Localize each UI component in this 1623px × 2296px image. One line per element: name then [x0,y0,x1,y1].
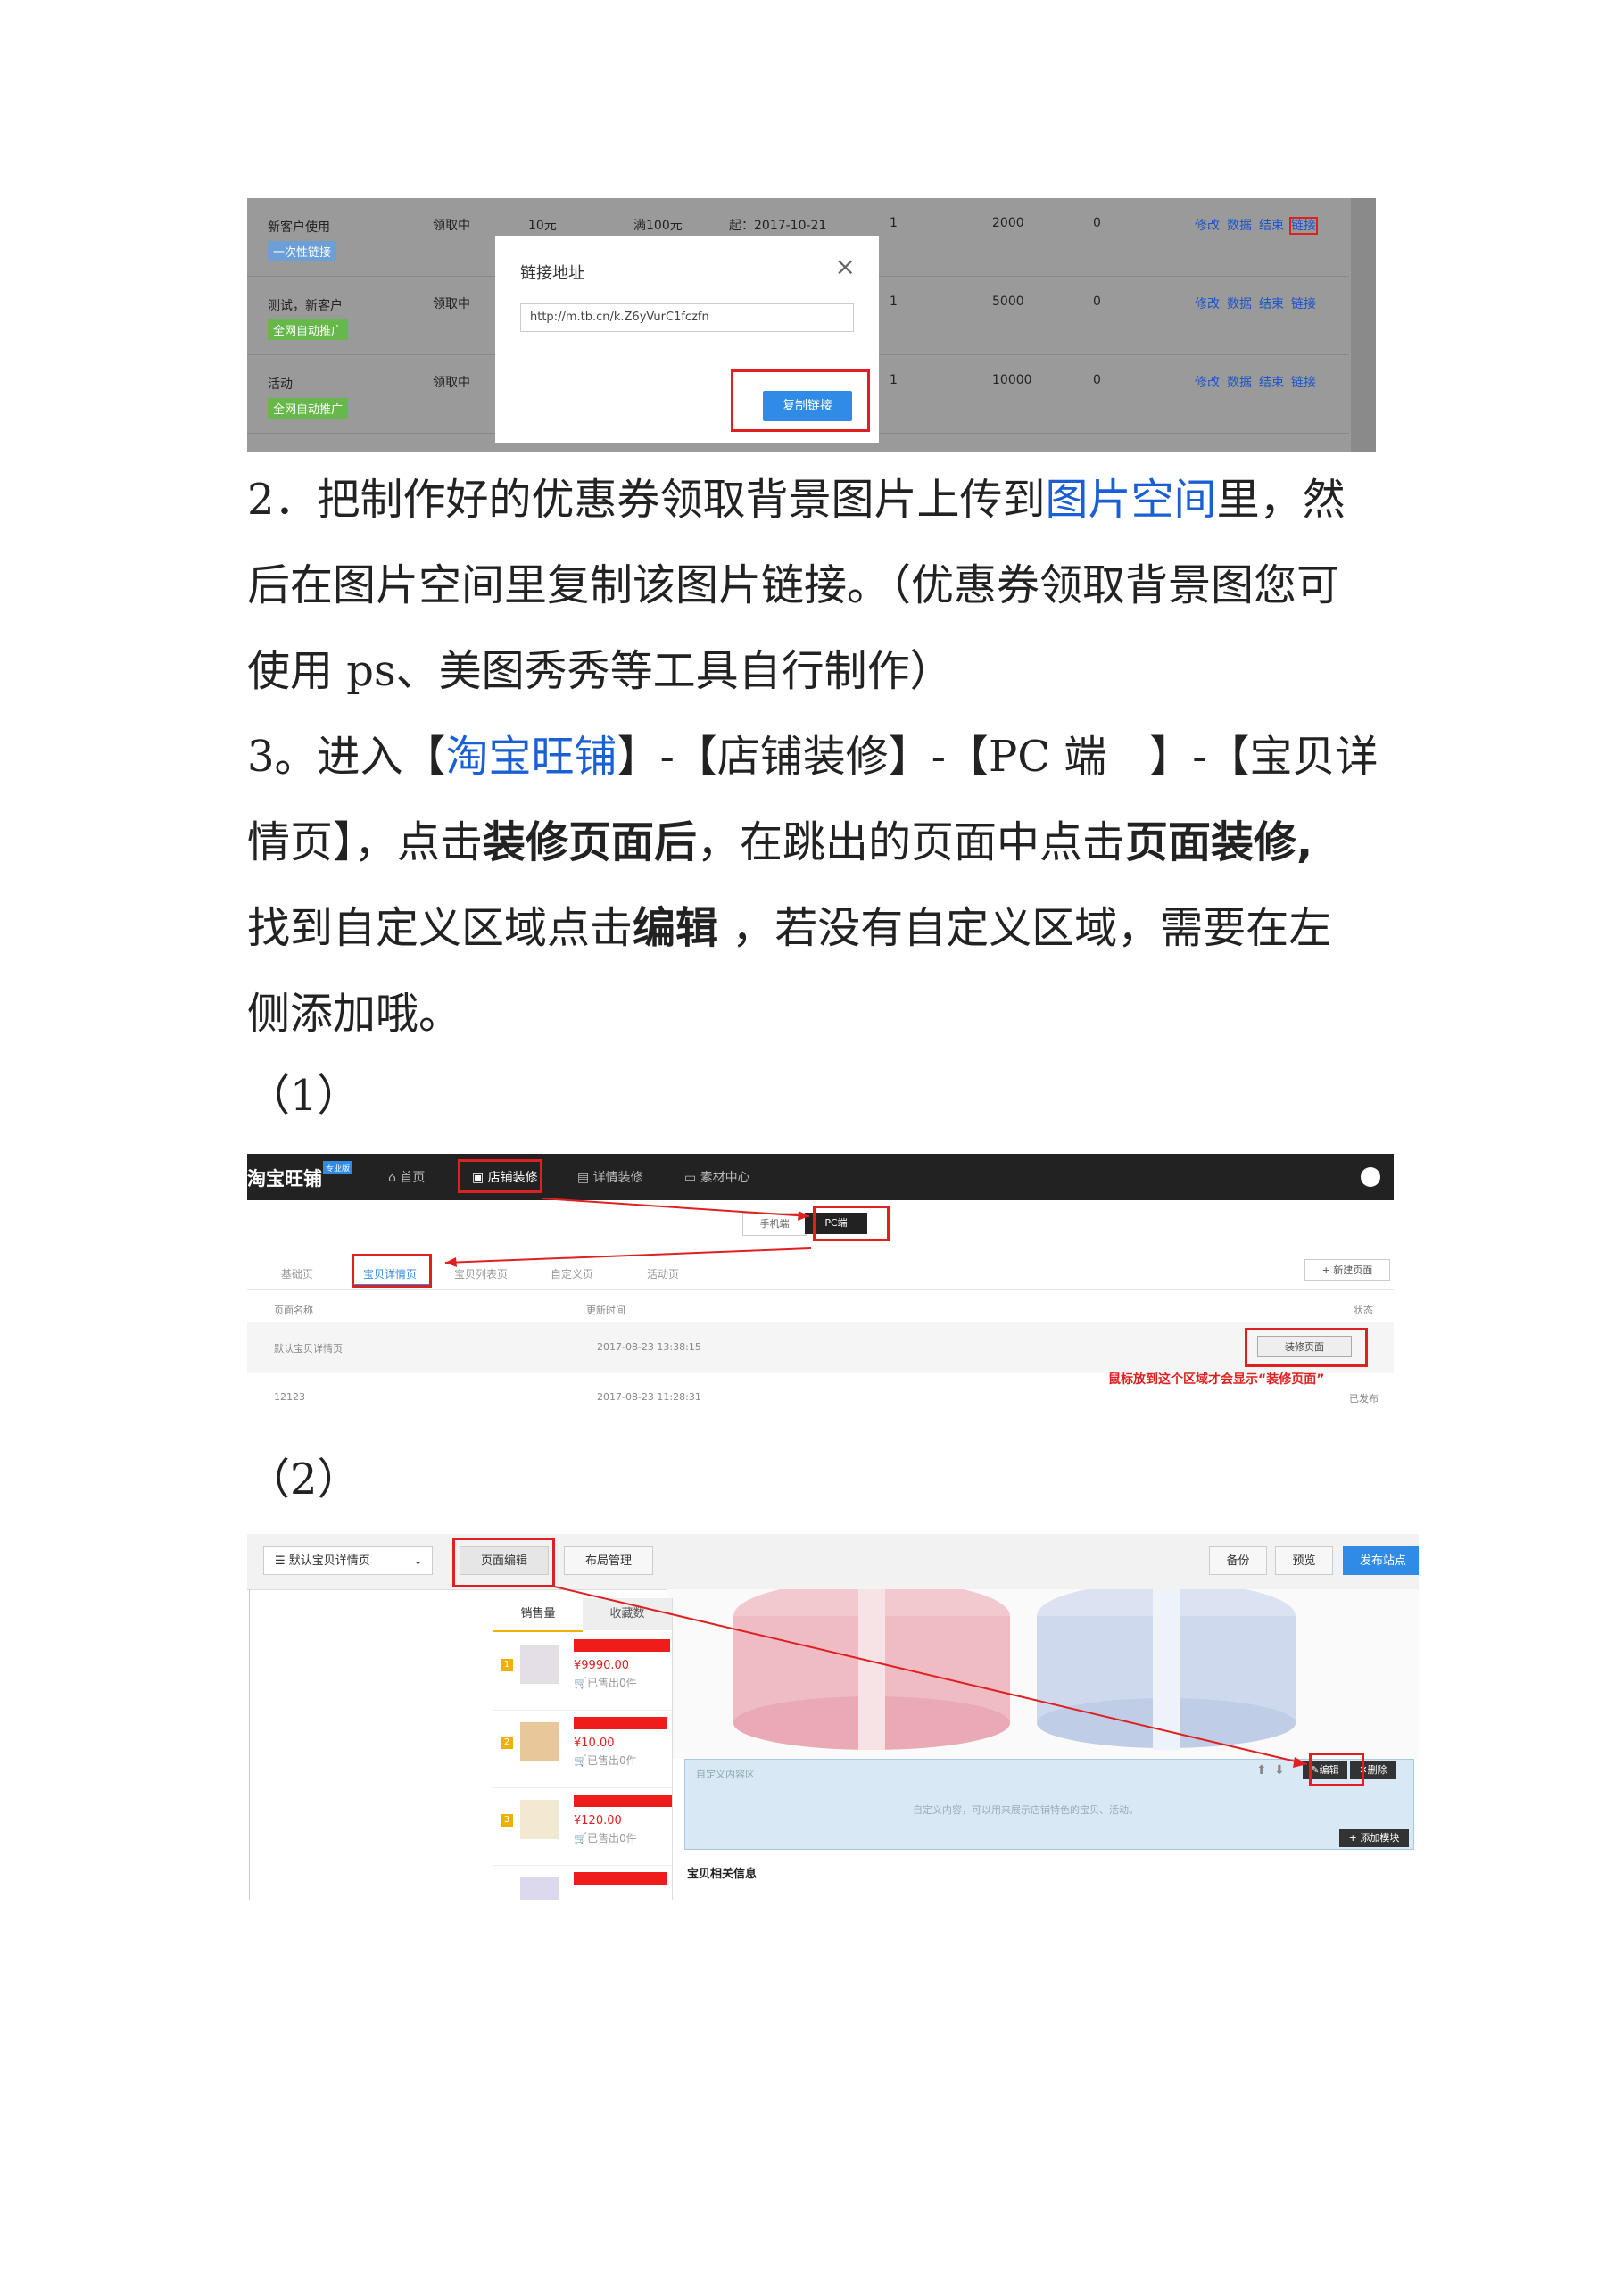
end-link[interactable]: 结束 [1259,297,1284,311]
coupon-list-screenshot: 新客户使用 一次性链接 领取中 10元 满100元 起：2017-10-21 1… [247,198,1376,452]
column-header: 状态 [1354,1305,1373,1316]
text: 找到自定义区域点击 [247,903,633,953]
arrow-line [444,1247,812,1264]
coupon-name: 新客户使用 [268,220,330,235]
link-dialog: 链接地址 × http://m.tb.cn/k.Z6yVurC1fczfn 复制… [495,236,879,443]
step-label: （2） [247,1455,360,1504]
coupon-status: 领取中 [433,219,470,233]
coupon-status: 领取中 [433,376,470,390]
divider [247,1289,1394,1290]
coupon-limit: 1 [890,373,898,387]
end-link[interactable]: 结束 [1259,219,1284,233]
arrow-head [1293,1757,1307,1768]
bold-text: 编辑 [633,903,719,953]
annotation-note: 鼠标放到这个区域才会显示“装修页面” [1108,1372,1325,1387]
scrollbar[interactable] [1351,198,1376,452]
data-link[interactable]: 数据 [1227,297,1252,311]
text-line: 2．把制作好的优惠券领取背景图片上传到图片空间里，然 [247,457,1407,543]
dialog-title: 链接地址 [520,264,584,283]
close-icon[interactable]: × [835,252,856,281]
text: 2．把制作好的优惠券领取背景图片上传到 [247,475,1046,525]
link-link[interactable]: 链接 [1289,217,1318,235]
highlight-box [731,369,870,432]
status-badge: 已发布 [1349,1393,1379,1405]
coupon-tag: 全网自动推广 [268,398,349,419]
page-editor-screenshot: ☰ 默认宝贝详情页 ⌄ 页面编辑 布局管理 备份 预览 发布站点 销售量 收藏数 … [247,1534,1419,1900]
tab-activity-page[interactable]: 活动页 [647,1266,679,1281]
text: ，若没有自定义区域，需要在左 [718,903,1332,953]
arrow-line [541,1198,810,1217]
coupon-total: 10000 [992,373,1032,387]
highlight-box [352,1254,432,1288]
link-link[interactable]: 链接 [1291,376,1316,390]
coupon-status: 领取中 [433,297,470,311]
coupon-total: 5000 [992,294,1024,309]
tab-item-list-page[interactable]: 宝贝列表页 [454,1266,508,1281]
bold-text: 装修页面后 [483,817,698,867]
text-line: 使用 ps、美图秀秀等工具自行制作） [247,646,953,696]
text-line: 找到自定义区域点击编辑 ，若没有自定义区域，需要在左 [247,885,1407,971]
coupon-name: 活动 [268,377,293,392]
tab-basic-page[interactable]: 基础页 [281,1266,313,1281]
coupon-limit: 1 [890,216,898,230]
text-line: 情页】，点击装修页面后，在跳出的页面中点击页面装修, [247,800,1407,885]
text: 里，然 [1216,475,1346,525]
coupon-tag: 一次性链接 [268,241,337,261]
highlight-box [1245,1328,1368,1367]
annotation-arrow [550,1585,1308,1768]
coupon-name: 测试，新客户 [268,299,343,313]
coupon-limit: 1 [890,294,898,309]
coupon-used: 0 [1093,373,1101,387]
column-header: 更新时间 [586,1305,625,1316]
arrow-head [798,1211,809,1221]
arrow-line [550,1585,1308,1765]
data-link[interactable]: 数据 [1227,376,1252,390]
table-row[interactable]: 默认宝贝详情页 2017-08-23 13:38:15 装修页面 [247,1322,1394,1373]
new-page-button[interactable]: + 新建页面 [1304,1259,1390,1281]
step-label: （1） [247,1071,360,1121]
row-actions: 修改 数据 结束 链接 [1195,294,1323,312]
step-3-paragraph: 3。进入【淘宝旺铺】-【店铺装修】-【PC 端 】-【宝贝详 情页】，点击装修页… [247,714,1407,1057]
row-actions: 修改 数据 结束 链接 [1195,373,1323,391]
text: 】-【店铺装修】-【PC 端 】-【宝贝详 [617,732,1379,782]
coupon-used: 0 [1093,294,1101,309]
coupon-used: 0 [1093,216,1101,230]
step-2-paragraph: 2．把制作好的优惠券领取背景图片上传到图片空间里，然 后在图片空间里复制该图片链… [247,457,1407,714]
text-line: 3。进入【淘宝旺铺】-【店铺装修】-【PC 端 】-【宝贝详 [247,714,1407,800]
taobao-wangpu-link[interactable]: 淘宝旺铺 [446,732,617,782]
url-field[interactable]: http://m.tb.cn/k.Z6yVurC1fczfn [520,303,854,332]
data-link[interactable]: 数据 [1227,219,1252,233]
edit-link[interactable]: 修改 [1195,376,1220,390]
text-line: 后在图片空间里复制该图片链接。（优惠券领取背景图您可 [247,560,1340,610]
shop-decoration-screenshot: 淘宝旺铺 专业版 ⌂ 首页 ▣ 店铺装修 ▤ 详情装修 ▭ 素材中心 手机端 P… [247,1154,1394,1424]
text: ，在跳出的页面中点击 [697,817,1126,867]
bold-text: 页面装修, [1125,817,1313,867]
coupon-total: 2000 [992,216,1024,230]
page-name: 12123 [274,1391,305,1403]
image-space-link[interactable]: 图片空间 [1046,475,1217,525]
edit-link[interactable]: 修改 [1195,219,1220,233]
text: 3。进入【 [247,732,446,782]
row-actions: 修改 数据 结束 链接 [1195,216,1323,235]
page-name: 默认宝贝详情页 [274,1343,343,1355]
text-line: 侧添加哦。 [247,989,462,1039]
tab-custom-page[interactable]: 自定义页 [551,1266,593,1281]
end-link[interactable]: 结束 [1259,376,1284,390]
column-header: 页面名称 [274,1305,313,1316]
link-link[interactable]: 链接 [1291,297,1316,311]
text: 情页】，点击 [247,817,484,867]
coupon-tag: 全网自动推广 [268,319,349,340]
update-time: 2017-08-23 13:38:15 [597,1341,701,1353]
edit-link[interactable]: 修改 [1195,297,1220,311]
coupon-condition: 满100元 [633,219,683,233]
update-time: 2017-08-23 11:28:31 [597,1391,701,1403]
coupon-date: 起：2017-10-21 [729,219,827,233]
coupon-amount: 10元 [528,219,557,233]
